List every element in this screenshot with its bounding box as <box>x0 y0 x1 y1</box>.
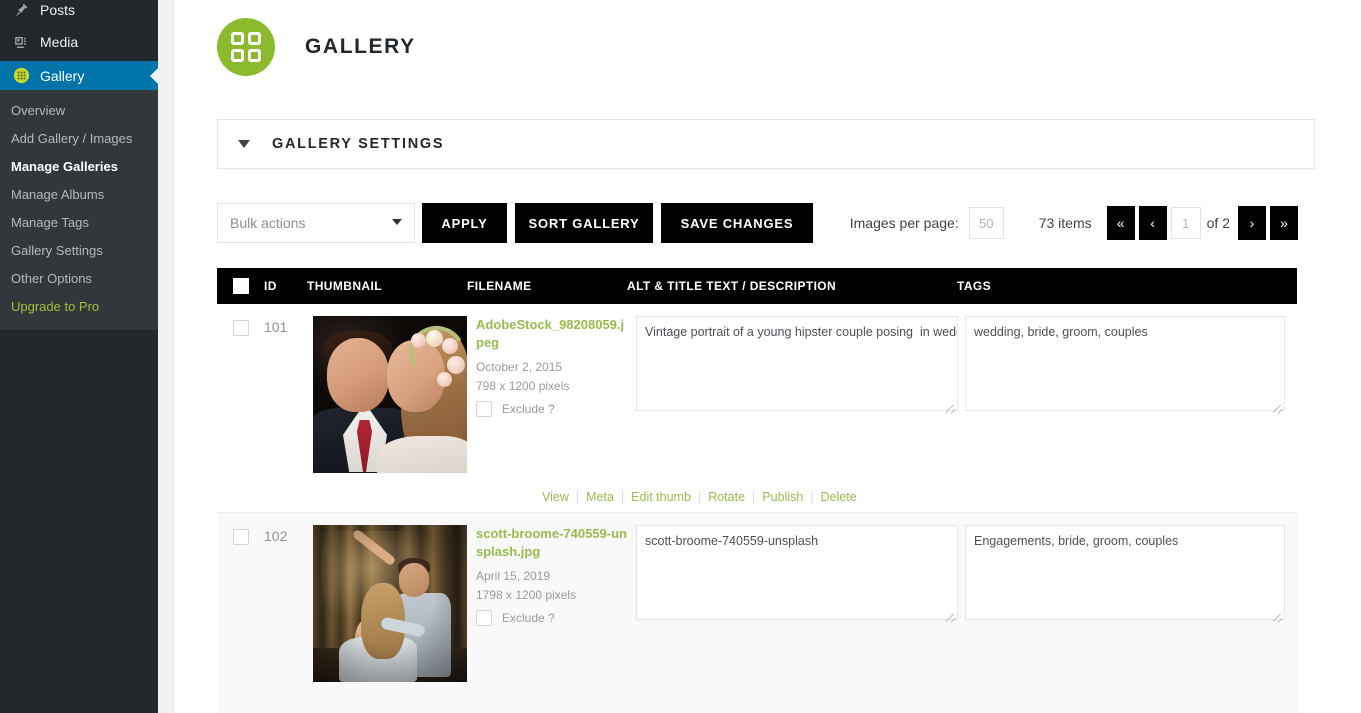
table-row: 102 scott-broome-740559-unsplash.jpg Apr… <box>217 513 1297 713</box>
sidebar-item-gallery[interactable]: Gallery <box>0 61 159 90</box>
gallery-toolbar: Bulk actions APPLY SORT GALLERY SAVE CHA… <box>217 203 1315 243</box>
gallery-settings-panel[interactable]: GALLERY SETTINGS <box>217 119 1315 169</box>
sidebar-subitem-other-options[interactable]: Other Options <box>0 265 158 293</box>
row-file-info: scott-broome-740559-unsplash.jpg April 1… <box>467 525 630 713</box>
row-thumbnail-cell <box>307 316 467 512</box>
action-view[interactable]: View <box>542 490 576 504</box>
triangle-down-icon[interactable] <box>238 140 250 148</box>
action-delete[interactable]: Delete <box>814 490 864 504</box>
prev-page-button[interactable]: ‹ <box>1138 206 1167 240</box>
pagination-controls: Images per page: 73 items « ‹ of 2 › » <box>850 203 1302 243</box>
alt-title-textarea[interactable] <box>636 316 958 411</box>
table-row: 101 AdobeStock_98208059.jpeg October 2, … <box>217 304 1297 513</box>
row-filename-link[interactable]: AdobeStock_98208059.jpeg <box>476 316 630 352</box>
gallery-submenu: Overview Add Gallery / Images Manage Gal… <box>0 90 158 330</box>
row-filename-link[interactable]: scott-broome-740559-unsplash.jpg <box>476 525 630 561</box>
tags-textarea[interactable] <box>965 316 1285 411</box>
row-id: 102 <box>264 528 288 544</box>
sidebar-subitem-manage-tags[interactable]: Manage Tags <box>0 209 158 237</box>
sidebar-top-menu: Posts Media Gallery <box>0 0 159 90</box>
row-exclude-group: Exclude ? <box>476 401 630 417</box>
gallery-grid-icon <box>11 66 31 86</box>
apply-button[interactable]: APPLY <box>422 203 507 243</box>
images-per-page-label: Images per page: <box>849 215 959 231</box>
column-header-thumbnail: THUMBNAIL <box>307 279 382 293</box>
action-meta[interactable]: Meta <box>579 490 621 504</box>
exclude-checkbox[interactable] <box>476 401 492 417</box>
sidebar-subitem-overview[interactable]: Overview <box>0 97 158 125</box>
row-file-info: AdobeStock_98208059.jpeg October 2, 2015… <box>467 316 630 512</box>
admin-page: Posts Media Gallery Overview Add Gallery… <box>0 0 1361 713</box>
bulk-actions-wrapper: Bulk actions <box>217 203 415 243</box>
row-id: 101 <box>264 319 288 335</box>
gallery-logo-icon <box>217 17 275 76</box>
row-thumbnail-cell <box>307 525 467 713</box>
row-action-links: View | Meta | Edit thumb | Rotate | Publish |… <box>542 490 864 504</box>
sidebar-subitem-add-gallery[interactable]: Add Gallery / Images <box>0 125 158 153</box>
sidebar-subitem-gallery-settings[interactable]: Gallery Settings <box>0 237 158 265</box>
images-per-page-input[interactable] <box>968 207 1004 239</box>
current-page-input[interactable] <box>1170 207 1201 239</box>
row-checkbox[interactable] <box>232 529 249 545</box>
row-select-cell <box>217 316 264 512</box>
action-publish[interactable]: Publish <box>755 490 810 504</box>
exclude-label: Exclude ? <box>502 402 555 416</box>
main-content: GALLERY GALLERY SETTINGS Bulk actions AP… <box>158 0 1361 713</box>
first-page-button[interactable]: « <box>1106 206 1135 240</box>
row-tags-cell <box>962 316 1297 512</box>
sidebar-subitem-manage-galleries[interactable]: Manage Galleries <box>0 153 158 181</box>
row-upload-date: October 2, 2015 <box>476 360 563 374</box>
media-icon <box>11 32 31 52</box>
pin-icon <box>11 0 31 20</box>
sidebar-subitem-upgrade-to-pro[interactable]: Upgrade to Pro <box>0 293 158 321</box>
items-count-label: 73 items <box>1038 215 1092 231</box>
table-header-row: ID THUMBNAIL FILENAME ALT & TITLE TEXT /… <box>217 268 1297 304</box>
row-tags-cell <box>962 525 1297 713</box>
row-checkbox[interactable] <box>232 320 249 336</box>
last-page-button[interactable]: » <box>1270 206 1298 240</box>
select-all-cell <box>217 278 264 294</box>
sidebar-item-label: Gallery <box>40 67 85 84</box>
admin-sidebar: Posts Media Gallery Overview Add Gallery… <box>0 0 159 713</box>
next-page-button[interactable]: › <box>1238 206 1266 240</box>
bulk-actions-select[interactable]: Bulk actions <box>217 203 415 243</box>
row-dimensions: 798 x 1200 pixels <box>476 379 570 393</box>
save-changes-button[interactable]: SAVE CHANGES <box>661 203 813 243</box>
thumbnail-image[interactable] <box>313 316 467 473</box>
exclude-checkbox[interactable] <box>476 610 492 626</box>
tags-textarea[interactable] <box>965 525 1285 620</box>
page-header: GALLERY <box>217 0 1315 76</box>
thumbnail-image[interactable] <box>313 525 467 682</box>
content-gutter <box>158 0 175 713</box>
row-select-cell <box>217 525 264 713</box>
column-header-tags: TAGS <box>957 279 992 293</box>
sidebar-item-posts[interactable]: Posts <box>0 0 158 24</box>
row-upload-date: April 15, 2019 <box>476 569 551 583</box>
sidebar-item-label: Media <box>40 34 79 50</box>
row-alt-cell <box>630 525 962 713</box>
row-dimensions: 1798 x 1200 pixels <box>476 588 577 602</box>
page-title: GALLERY <box>305 34 416 58</box>
action-rotate[interactable]: Rotate <box>701 490 752 504</box>
column-header-alt-title: ALT & TITLE TEXT / DESCRIPTION <box>627 279 837 293</box>
total-pages-label: of 2 <box>1206 215 1230 231</box>
row-alt-cell <box>630 316 962 512</box>
gallery-settings-title: GALLERY SETTINGS <box>272 136 445 152</box>
action-edit-thumb[interactable]: Edit thumb <box>624 490 698 504</box>
images-table: ID THUMBNAIL FILENAME ALT & TITLE TEXT /… <box>217 268 1297 713</box>
column-header-id: ID <box>264 279 277 293</box>
column-header-filename: FILENAME <box>467 279 532 293</box>
select-all-checkbox[interactable] <box>232 278 249 294</box>
sidebar-item-label: Posts <box>40 2 76 18</box>
content-inner: GALLERY GALLERY SETTINGS Bulk actions AP… <box>158 0 1361 713</box>
alt-title-textarea[interactable] <box>636 525 958 620</box>
sidebar-item-media[interactable]: Media <box>0 28 158 56</box>
sidebar-subitem-manage-albums[interactable]: Manage Albums <box>0 181 158 209</box>
row-exclude-group: Exclude ? <box>476 610 630 626</box>
sort-gallery-button[interactable]: SORT GALLERY <box>515 203 653 243</box>
exclude-label: Exclude ? <box>502 611 555 625</box>
